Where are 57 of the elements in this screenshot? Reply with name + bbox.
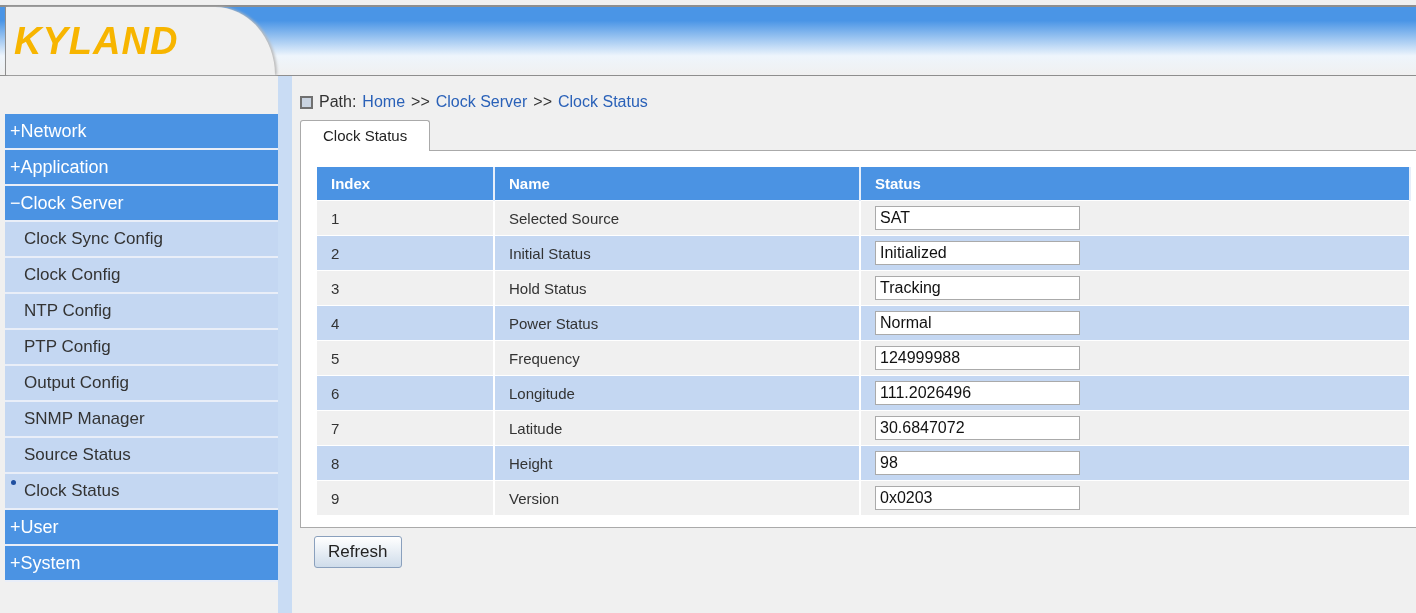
status-field[interactable]: Tracking [875,276,1080,300]
table-cell: 1 [317,200,494,236]
table-cell: 7 [317,410,494,446]
table-cell: Initial Status [494,235,860,271]
menu-item-row[interactable]: PTP Config [5,330,278,366]
logo: KYLAND [14,19,179,63]
menu-item-row[interactable]: Clock Sync Config [5,222,278,258]
menu-item-label: Clock Config [24,265,121,285]
menu-item-label: Source Status [24,445,131,465]
menu-item-row[interactable]: Clock Config [5,258,278,294]
breadcrumb-link[interactable]: Clock Server [435,93,528,111]
splitter-bar[interactable] [278,76,292,613]
column-header: Index [317,167,494,201]
menu-item-label: Clock Sync Config [24,229,163,249]
status-field[interactable]: 98 [875,451,1080,475]
table-cell: 2 [317,235,494,271]
path-separator: >> [411,93,430,111]
column-header: Status [860,167,1410,201]
table-cell: 4 [317,305,494,341]
table-cell: Latitude [494,410,860,446]
table-cell: 6 [317,375,494,411]
menu-item-label: Output Config [24,373,129,393]
status-field[interactable]: Normal [875,311,1080,335]
status-field[interactable]: SAT [875,206,1080,230]
breadcrumb-link[interactable]: Home [362,93,406,111]
breadcrumb-link[interactable]: Clock Status [558,93,648,111]
path-separator: >> [533,93,552,111]
status-field[interactable]: 30.6847072 [875,416,1080,440]
table-cell: Height [494,445,860,481]
table-cell: 8 [317,445,494,481]
menu-item-label: NTP Config [24,301,112,321]
status-field[interactable]: 0x0203 [875,486,1080,510]
table-cell: Frequency [494,340,860,376]
status-field[interactable]: Initialized [875,241,1080,265]
table-cell: 5 [317,340,494,376]
menu-item-row[interactable]: NTP Config [5,294,278,330]
tab[interactable]: Clock Status [300,120,431,151]
menu-item-row[interactable]: Clock Status [5,474,278,510]
menu-item-row[interactable]: Source Status [5,438,278,474]
table-cell: 9 [317,480,494,515]
menu-item-label: Clock Status [24,481,120,501]
table-cell: Longitude [494,375,860,411]
menu-item-label: SNMP Manager [24,409,145,429]
refresh-button[interactable]: Refresh [314,536,402,568]
menu-item-label: PTP Config [24,337,111,357]
table-cell: Power Status [494,305,860,341]
menu-item-row[interactable]: SNMP Manager [5,402,278,438]
path-label: Path: [319,93,357,111]
status-field[interactable]: 124999988 [875,346,1080,370]
status-field[interactable]: 111.2026496 [875,381,1080,405]
table-cell: Hold Status [494,270,860,306]
column-header: Name [494,167,860,201]
square-icon [300,95,313,109]
table-cell: Version [494,480,860,515]
table-cell: Selected Source [494,200,860,236]
menu-item-row[interactable]: Output Config [5,366,278,402]
table-cell: 3 [317,270,494,306]
